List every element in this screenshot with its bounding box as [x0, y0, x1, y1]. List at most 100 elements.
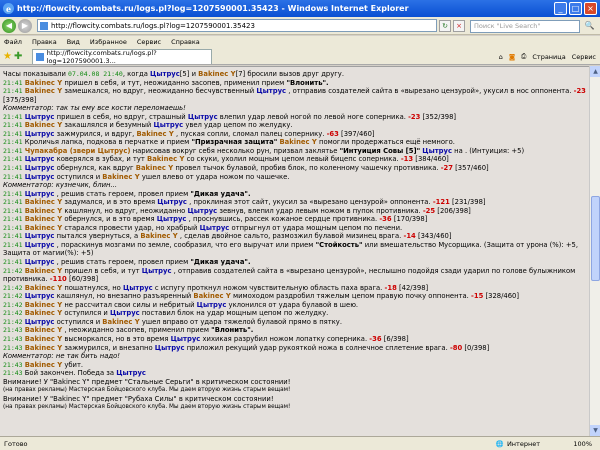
actor-name[interactable]: Bakinec Y — [25, 87, 62, 95]
target-name[interactable]: Цытрус — [153, 121, 183, 129]
actor-name[interactable]: Цытрус — [25, 292, 55, 300]
log-line: 21:43 Бой закончен. Победа за Цытрус — [3, 369, 586, 378]
search-icon[interactable]: 🔍 — [583, 20, 596, 33]
target-name[interactable]: Цытрус — [142, 267, 172, 275]
actor-name[interactable]: Bakinec Y — [25, 198, 62, 206]
warning-line: Внимание! У "Bakinec Y" предмет "Стальны… — [3, 377, 291, 386]
scroll-down-icon[interactable]: ▼ — [590, 425, 600, 436]
scroll-up-icon[interactable]: ▲ — [590, 66, 600, 77]
target-name[interactable]: Bakinec Y — [102, 318, 139, 326]
log-time: 21:42 — [3, 283, 23, 292]
target-name[interactable]: Bakinec Y — [193, 292, 230, 300]
actor-name[interactable]: Bakinec Y — [25, 267, 62, 275]
address-input[interactable]: http://flowcity.combats.ru/logs.pl?log=1… — [37, 19, 437, 32]
actor-name[interactable]: Цытрус — [25, 130, 55, 138]
target-name[interactable]: Цытрус — [157, 215, 187, 223]
actor-name[interactable]: Bakinec Y — [25, 215, 62, 223]
target-name[interactable]: Цытрус — [187, 207, 217, 215]
log-line: 21:41 Цытрус коверялся в зубах, и тут Ba… — [3, 155, 586, 164]
log-time: 21:41 — [3, 146, 23, 155]
actor-name[interactable]: Цытрус — [25, 241, 55, 249]
page-icon — [40, 21, 48, 30]
home-icon[interactable]: ⌂ — [499, 53, 503, 61]
target-name[interactable]: Цытрус — [171, 335, 201, 343]
minimize-button[interactable]: _ — [554, 2, 567, 15]
page-menu[interactable]: Страница — [532, 53, 565, 61]
target-name[interactable]: Bakinec Y — [136, 164, 173, 172]
actor-name[interactable]: Цытрус — [25, 155, 55, 163]
actor-name[interactable]: Чупакабра (звери Цытрус) — [25, 147, 131, 155]
menu-file[interactable]: Файл — [4, 38, 22, 46]
target-name[interactable]: Цытрус — [197, 301, 227, 309]
actor-name[interactable]: Цытрус — [25, 232, 55, 240]
target-name[interactable]: Цытрус — [157, 198, 187, 206]
log-text: обернулся, и в это время — [64, 215, 157, 224]
target-name[interactable]: Цытрус — [256, 87, 286, 95]
log-line: 21:41 Цытрус , решив стать героем, прове… — [3, 258, 586, 267]
actor-name[interactable]: Цытрус — [25, 318, 55, 326]
target-name[interactable]: Bakinec Y — [102, 173, 139, 181]
actor-name[interactable]: Bakinec Y — [25, 309, 62, 317]
target-name[interactable]: Цытрус — [155, 344, 185, 352]
log-text: , пораскинув мозгами по земле, сообразил… — [56, 240, 316, 249]
target-name[interactable]: Цытрус — [110, 309, 140, 317]
log-text: закашлялся и безумный — [64, 121, 154, 130]
actor-name[interactable]: Bakinec Y — [25, 361, 62, 369]
zoom-level[interactable]: 100% — [573, 440, 592, 448]
actor-name[interactable]: Bakinec Y — [25, 207, 62, 215]
vertical-scrollbar[interactable]: ▲ ▼ — [589, 66, 600, 436]
target-name[interactable]: Цытрус — [116, 369, 146, 377]
actor-name[interactable]: Цытрус — [25, 113, 55, 121]
target-name[interactable]: Bakinec Y — [279, 138, 316, 146]
actor-name[interactable]: Bakinec Y — [25, 224, 62, 232]
target-name[interactable]: Bakinec Y — [136, 130, 173, 138]
hp-value: [6/398] — [383, 334, 409, 343]
forward-button[interactable]: ▶ — [18, 18, 32, 33]
tab-current[interactable]: http://flowcity.combats.ru/logs.pl?log=1… — [32, 49, 213, 65]
log-line: 21:42 Bakinec Y пошатнулся, но Цытрус с … — [3, 284, 586, 293]
target-name[interactable]: Цытрус — [188, 113, 218, 121]
menu-help[interactable]: Справка — [171, 38, 200, 46]
actor-name[interactable]: Цытрус — [25, 258, 55, 266]
maximize-button[interactable]: □ — [569, 2, 582, 15]
actor-name[interactable]: Bakinec Y — [25, 121, 62, 129]
feeds-icon[interactable]: ◙ — [509, 53, 515, 61]
damage-value: -25 — [422, 206, 436, 215]
log-text: пришел в себя, и тут — [64, 266, 142, 275]
actor-name[interactable]: Цытрус — [25, 190, 55, 198]
scroll-thumb[interactable] — [591, 196, 600, 281]
actor-name[interactable]: Bakinec Y — [25, 335, 62, 343]
refresh-button[interactable]: ↻ — [439, 19, 451, 32]
favorites-star-icon[interactable]: ★ — [3, 50, 12, 64]
target-name[interactable]: Цытрус — [422, 147, 452, 155]
menu-bar: Файл Правка Вид Избранное Сервис Справка — [0, 36, 600, 48]
log-time: 21:41 — [3, 223, 23, 232]
target-name[interactable]: Цытрус — [123, 284, 153, 292]
actor-name[interactable]: Цытрус — [25, 173, 55, 181]
close-button[interactable]: × — [584, 2, 597, 15]
search-input[interactable]: Поиск "Live Search" — [470, 20, 580, 33]
menu-edit[interactable]: Правка — [32, 38, 57, 46]
log-text: . (Интуиция: +5) — [464, 146, 525, 155]
actor-name[interactable]: Bakinec Y — [25, 344, 62, 352]
menu-tools[interactable]: Сервис — [137, 38, 161, 46]
add-favorites-icon[interactable]: ✚ — [14, 50, 22, 64]
menu-favorites[interactable]: Избранное — [90, 38, 127, 46]
menu-view[interactable]: Вид — [67, 38, 80, 46]
zone-indicator: 🌐 Интернет — [495, 439, 540, 448]
back-button[interactable]: ◀ — [2, 18, 16, 33]
stop-button[interactable]: × — [453, 19, 465, 32]
target-name[interactable]: Bakinec Y — [147, 155, 184, 163]
target-name[interactable]: Bakinec Y — [140, 232, 177, 240]
log-text: оступился и — [64, 309, 110, 318]
actor-name[interactable]: Bakinec Y — [25, 326, 62, 334]
service-menu[interactable]: Сервис — [572, 53, 596, 61]
print-icon[interactable]: ⎙ — [521, 52, 526, 61]
skill-name: "Призрачная защита" — [191, 138, 278, 147]
damage-value: -23 — [408, 112, 421, 121]
actor-name[interactable]: Bakinec Y — [25, 284, 62, 292]
actor-name[interactable]: Цытрус — [25, 164, 55, 172]
actor-name[interactable]: Bakinec Y — [25, 301, 62, 309]
target-name[interactable]: Цытрус — [200, 224, 230, 232]
actor-name[interactable]: Bakinec Y — [25, 79, 62, 87]
